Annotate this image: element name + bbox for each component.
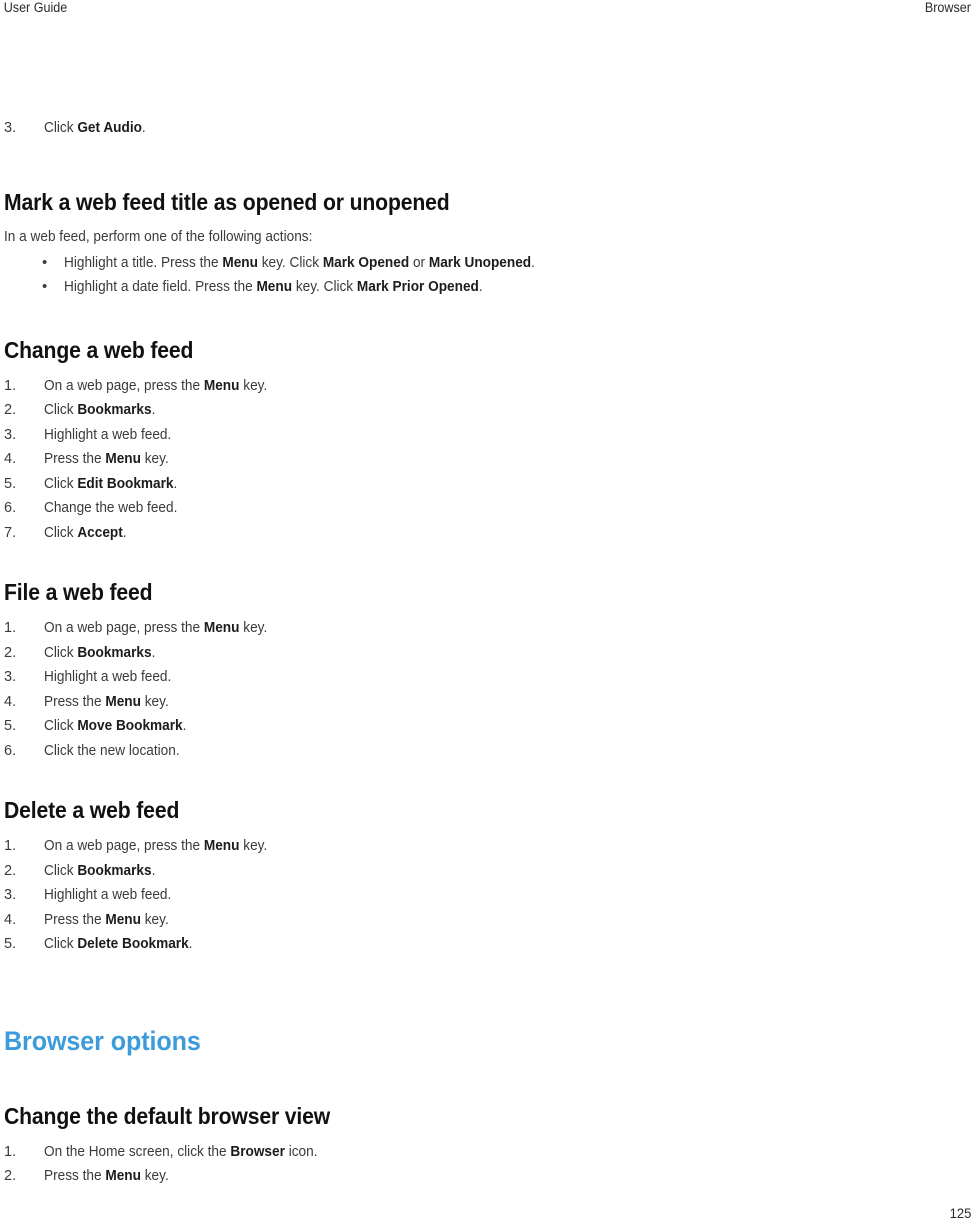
section-heading-change-default-browser-view: Change the default browser view bbox=[4, 1102, 331, 1129]
list-item: 2. Click Bookmarks. bbox=[4, 859, 954, 884]
list-item-text: Click Accept. bbox=[44, 524, 127, 541]
list-item-text: Highlight a web feed. bbox=[44, 426, 172, 443]
list-marker: 1. bbox=[4, 838, 17, 854]
list-marker: 3. bbox=[4, 426, 17, 443]
list-marker: 4. bbox=[4, 451, 17, 467]
list-item: 2. Click Bookmarks. bbox=[4, 398, 954, 423]
list-item-text: Press the Menu key. bbox=[44, 451, 169, 467]
list-marker: 3. bbox=[4, 120, 17, 136]
chapter-heading-browser-options: Browser options bbox=[4, 1025, 201, 1056]
section-heading-file-a-web-feed: File a web feed bbox=[4, 579, 153, 605]
list-marker: 7. bbox=[4, 524, 17, 541]
list-item-text: Click the new location. bbox=[44, 742, 180, 759]
list-item-text: On the Home screen, click the Browser ic… bbox=[44, 1143, 318, 1160]
list-item: • Highlight a date field. Press the Menu … bbox=[4, 275, 954, 300]
list-item: 5. Click Edit Bookmark. bbox=[4, 472, 954, 497]
list-item-text: Click Bookmarks. bbox=[44, 644, 156, 661]
list-item-text: Highlight a web feed. bbox=[44, 669, 172, 685]
list-item-text: Click Edit Bookmark. bbox=[44, 475, 178, 492]
bullet-list-mark-web-feed-title: • Highlight a title. Press the Menu key. … bbox=[4, 251, 954, 300]
list-item-text: Click Bookmarks. bbox=[44, 862, 156, 879]
list-item-text: Click Bookmarks. bbox=[44, 402, 156, 418]
list-marker: 1. bbox=[4, 377, 17, 394]
list-marker: • bbox=[42, 253, 48, 271]
list-item: 4. Press the Menu key. bbox=[4, 690, 954, 715]
list-marker: 5. bbox=[4, 475, 17, 492]
list-item-text: On a web page, press the Menu key. bbox=[44, 838, 268, 854]
list-marker: 2. bbox=[4, 644, 17, 661]
step-list-file-a-web-feed: 1. On a web page, press the Menu key. 2. Cl… bbox=[4, 616, 954, 763]
continued-step-list: 3. Click Get Audio. bbox=[4, 116, 954, 141]
running-head: User Guide Browser bbox=[0, 0, 974, 20]
step-list-delete-a-web-feed: 1. On a web page, press the Menu key. 2. Cl… bbox=[4, 834, 954, 957]
list-item: 1. On a web page, press the Menu key. bbox=[4, 374, 954, 399]
list-item: 4. Press the Menu key. bbox=[4, 447, 954, 472]
list-marker: 3. bbox=[4, 669, 17, 685]
list-item-text: Press the Menu key. bbox=[44, 911, 169, 928]
section-heading-delete-a-web-feed: Delete a web feed bbox=[4, 797, 180, 823]
list-item: 1. On a web page, press the Menu key. bbox=[4, 834, 954, 859]
list-marker: 6. bbox=[4, 500, 17, 516]
list-item-text: Click Get Audio. bbox=[44, 120, 146, 136]
list-item: • Highlight a title. Press the Menu key. … bbox=[4, 251, 954, 276]
list-marker: 1. bbox=[4, 1143, 17, 1160]
list-item: 3. Highlight a web feed. bbox=[4, 883, 954, 908]
step-list-change-a-web-feed: 1. On a web page, press the Menu key. 2. Cl… bbox=[4, 374, 954, 546]
list-marker: 1. bbox=[4, 620, 17, 636]
list-item: 3. Click Get Audio. bbox=[4, 116, 954, 141]
list-item-text: On a web page, press the Menu key. bbox=[44, 620, 268, 636]
list-item: 1. On a web page, press the Menu key. bbox=[4, 616, 954, 641]
list-item: 2. Click Bookmarks. bbox=[4, 641, 954, 666]
section-intro-paragraph: In a web feed, perform one of the follow… bbox=[4, 228, 313, 245]
list-item-text: On a web page, press the Menu key. bbox=[44, 377, 268, 394]
list-item-text: Press the Menu key. bbox=[44, 693, 169, 710]
list-item: 3. Highlight a web feed. bbox=[4, 423, 954, 448]
list-marker: 3. bbox=[4, 887, 17, 903]
section-heading-mark-web-feed-title: Mark a web feed title as opened or unope… bbox=[4, 188, 450, 215]
list-item: 5. Click Move Bookmark. bbox=[4, 714, 954, 739]
list-marker: 4. bbox=[4, 911, 17, 928]
step-list-change-default-browser-view: 1. On the Home screen, click the Browser … bbox=[4, 1140, 954, 1189]
section-heading-change-a-web-feed: Change a web feed bbox=[4, 336, 194, 363]
list-item: 6. Change the web feed. bbox=[4, 496, 954, 521]
list-marker: 2. bbox=[4, 1168, 17, 1184]
page-content: 3. Click Get Audio. Mark a web feed title… bbox=[4, 116, 954, 1189]
list-item: 6. Click the new location. bbox=[4, 739, 954, 764]
list-marker: 2. bbox=[4, 862, 17, 879]
list-marker: 6. bbox=[4, 742, 17, 759]
list-item: 2. Press the Menu key. bbox=[4, 1164, 954, 1189]
list-item: 7. Click Accept. bbox=[4, 521, 954, 546]
list-item: 5. Click Delete Bookmark. bbox=[4, 932, 954, 957]
list-item: 1. On the Home screen, click the Browser … bbox=[4, 1140, 954, 1165]
list-marker: 5. bbox=[4, 936, 17, 952]
list-item-text: Highlight a date field. Press the Menu k… bbox=[64, 279, 483, 295]
page-number: 125 bbox=[949, 1205, 971, 1221]
list-marker: • bbox=[42, 278, 48, 295]
list-item-text: Click Move Bookmark. bbox=[44, 718, 187, 734]
list-item: 3. Highlight a web feed. bbox=[4, 665, 954, 690]
list-item-text: Highlight a web feed. bbox=[44, 887, 172, 903]
running-head-left: User Guide bbox=[3, 0, 68, 15]
list-item-text: Change the web feed. bbox=[44, 500, 178, 516]
list-item-text: Press the Menu key. bbox=[44, 1168, 169, 1184]
running-head-right: Browser bbox=[924, 0, 971, 15]
list-item: 4. Press the Menu key. bbox=[4, 908, 954, 933]
list-marker: 5. bbox=[4, 718, 17, 734]
list-marker: 2. bbox=[4, 402, 17, 418]
list-item-text: Click Delete Bookmark. bbox=[44, 936, 193, 952]
list-item-text: Highlight a title. Press the Menu key. C… bbox=[64, 254, 535, 271]
list-marker: 4. bbox=[4, 693, 17, 710]
